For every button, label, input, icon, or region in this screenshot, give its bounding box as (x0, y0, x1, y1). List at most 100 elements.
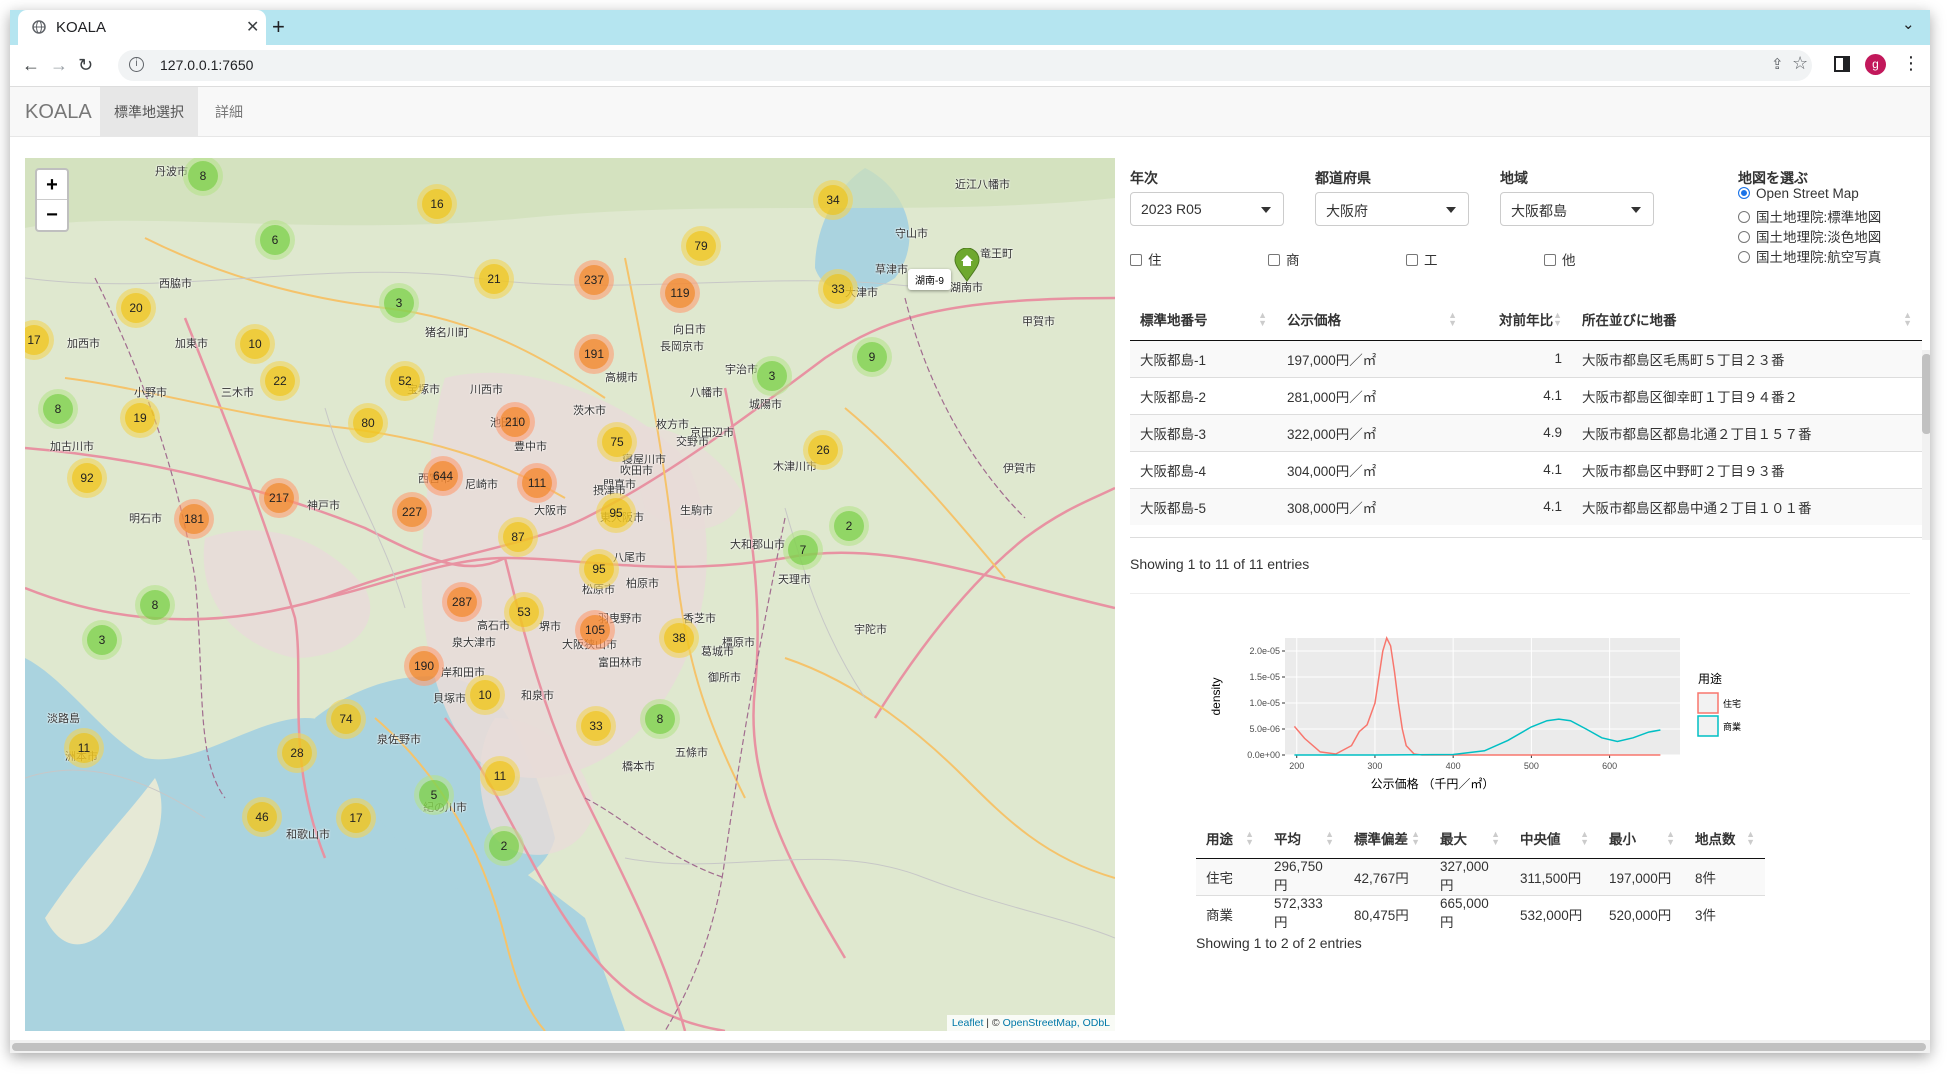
table-row[interactable]: 大阪都島-2 281,000円／㎡ 4.1 大阪市都島区御幸町１丁目９４番２ (1130, 376, 1922, 414)
checkbox-icon[interactable] (1406, 254, 1418, 266)
home-marker-icon[interactable] (953, 248, 981, 282)
table-row[interactable]: 商業 572,333円 80,475円 665,000円 532,000円 520,000… (1196, 894, 1765, 932)
leaflet-map[interactable]: + − 丹波市 近江八幡市 守山市 草津市 竜王町 湖南市 大津市 甲賀市 西脇市 加西市 加東市小… (25, 158, 1115, 1031)
share-icon[interactable]: ⇪ (1771, 55, 1784, 73)
prefecture-select[interactable]: 大阪府 (1315, 192, 1469, 226)
col-header[interactable]: 最小 ▲ ▼ (1599, 818, 1685, 859)
marker-cluster[interactable]: 79 (681, 226, 721, 266)
marker-cluster[interactable]: 95 (596, 493, 636, 533)
scrollbar-thumb[interactable] (12, 1043, 1926, 1051)
table-row[interactable]: 住宅 296,750円 42,767円 327,000円 311,500円 197,000… (1196, 857, 1765, 895)
table-scrollbar-thumb[interactable] (1922, 354, 1930, 434)
use-checkbox[interactable]: 住 (1130, 249, 1162, 269)
marker-cluster[interactable]: 17 (336, 798, 376, 838)
marker-cluster[interactable]: 3 (379, 283, 419, 323)
nav-tab-standard-select[interactable]: 標準地選択 (100, 87, 198, 137)
col-header[interactable]: 平均 ▲ ▼ (1264, 818, 1344, 859)
marker-cluster[interactable]: 8 (135, 585, 175, 625)
col-header[interactable]: 標準偏差 ▲ ▼ (1344, 818, 1430, 859)
marker-cluster[interactable]: 2 (484, 826, 524, 866)
marker-cluster[interactable]: 119 (660, 273, 700, 313)
col-header-price[interactable]: 公示価格 ▲ ▼ (1277, 298, 1467, 341)
reload-icon[interactable]: ↻ (78, 55, 93, 76)
marker-cluster[interactable]: 3 (82, 620, 122, 660)
marker-cluster[interactable]: 644 (423, 456, 463, 496)
use-checkbox[interactable]: 他 (1544, 249, 1576, 269)
marker-cluster[interactable]: 19 (120, 398, 160, 438)
marker-cluster[interactable]: 3 (752, 356, 792, 396)
marker-cluster[interactable]: 28 (277, 733, 317, 773)
checkbox-icon[interactable] (1130, 254, 1142, 266)
marker-cluster[interactable]: 8 (640, 699, 680, 739)
marker-cluster[interactable]: 22 (260, 361, 300, 401)
col-header-address[interactable]: 所在並びに地番 ▲ ▼ (1572, 298, 1922, 341)
forward-icon[interactable]: → (50, 55, 68, 76)
col-header[interactable]: 用途 ▲ ▼ (1196, 818, 1264, 859)
marker-cluster[interactable]: 8 (38, 389, 78, 429)
marker-cluster[interactable]: 11 (480, 756, 520, 796)
profile-avatar[interactable]: g (1865, 54, 1886, 75)
marker-cluster[interactable]: 87 (498, 517, 538, 557)
marker-cluster[interactable]: 210 (495, 402, 535, 442)
standard-land-table-scroll[interactable]: 標準地番号 ▲ ▼ 公示価格 ▲ ▼ 対前年比 ▲ ▼ 所在並びに地番 ▲ ▼ 大阪都島-1 19… (1130, 298, 1930, 538)
marker-cluster[interactable]: 46 (242, 797, 282, 837)
app-brand[interactable]: KOALA (25, 101, 92, 124)
leaflet-link[interactable]: Leaflet (952, 1017, 984, 1029)
checkbox-icon[interactable] (1268, 254, 1280, 266)
marker-cluster[interactable]: 111 (517, 463, 557, 503)
table-row[interactable]: 大阪都島-1 197,000円／㎡ 1 大阪市都島区毛馬町５丁目２３番 (1130, 339, 1922, 377)
zoom-in-button[interactable]: + (37, 170, 67, 200)
site-info-icon[interactable]: i (129, 57, 144, 72)
marker-cluster[interactable]: 75 (597, 422, 637, 462)
marker-cluster[interactable]: 92 (67, 458, 107, 498)
marker-cluster[interactable]: 38 (659, 618, 699, 658)
col-header[interactable]: 最大 ▲ ▼ (1430, 818, 1510, 859)
marker-cluster[interactable]: 11 (64, 728, 104, 768)
marker-cluster[interactable]: 105 (575, 610, 615, 650)
col-header[interactable]: 中央値 ▲ ▼ (1510, 818, 1599, 859)
address-bar[interactable]: i 127.0.0.1:7650 ⇪ ☆ (118, 50, 1812, 81)
tab-close-icon[interactable]: ✕ (246, 17, 259, 37)
side-panel-icon[interactable] (1834, 56, 1850, 72)
marker-cluster[interactable]: 9 (852, 337, 892, 377)
use-checkbox[interactable]: 工 (1406, 249, 1438, 269)
marker-cluster[interactable]: 21 (474, 259, 514, 299)
marker-cluster[interactable]: 34 (813, 180, 853, 220)
marker-cluster[interactable]: 53 (504, 592, 544, 632)
marker-cluster[interactable]: 16 (417, 184, 457, 224)
marker-cluster[interactable]: 227 (392, 492, 432, 532)
bookmark-star-icon[interactable]: ☆ (1792, 53, 1808, 74)
table-row[interactable]: 大阪都島-4 304,000円／㎡ 4.1 大阪市都島区中野町２丁目９３番 (1130, 450, 1922, 488)
marker-cluster[interactable]: 6 (255, 220, 295, 260)
map-radio-option[interactable]: Open Street Map (1738, 186, 1859, 201)
new-tab-icon[interactable]: + (272, 14, 285, 40)
checkbox-icon[interactable] (1544, 254, 1556, 266)
nav-tab-detail[interactable]: 詳細 (201, 87, 257, 137)
map-radio-option[interactable]: 国土地理院:標準地図 (1738, 206, 1881, 226)
table-row[interactable]: 大阪都島-3 322,000円／㎡ 4.9 大阪市都島区都島北通２丁目１５７番 (1130, 413, 1922, 451)
marker-cluster[interactable]: 52 (385, 361, 425, 401)
marker-cluster[interactable]: 80 (348, 403, 388, 443)
marker-cluster[interactable]: 7 (783, 530, 823, 570)
marker-cluster[interactable]: 74 (326, 699, 366, 739)
osm-link[interactable]: OpenStreetMap (1003, 1017, 1077, 1029)
marker-cluster[interactable]: 95 (579, 549, 619, 589)
marker-cluster[interactable]: 191 (574, 334, 614, 374)
table-scrollbar[interactable] (1922, 350, 1930, 540)
marker-cluster[interactable]: 217 (259, 478, 299, 518)
use-checkbox[interactable]: 商 (1268, 249, 1300, 269)
table-row[interactable]: 大阪都島-5 308,000円／㎡ 4.1 大阪市都島区都島中通２丁目１０１番 (1130, 487, 1922, 525)
map-radio-option[interactable]: 国土地理院:淡色地図 (1738, 226, 1881, 246)
col-header-number[interactable]: 標準地番号 ▲ ▼ (1130, 298, 1277, 341)
tab-search-chevron-icon[interactable]: ⌄ (1902, 15, 1915, 33)
marker-cluster[interactable]: 181 (174, 499, 214, 539)
radio-checked-icon[interactable] (1738, 187, 1750, 199)
page-horizontal-scrollbar[interactable] (10, 1040, 1930, 1053)
marker-cluster[interactable]: 2 (829, 506, 869, 546)
marker-cluster[interactable]: 33 (576, 706, 616, 746)
marker-cluster[interactable]: 237 (574, 260, 614, 300)
radio-unchecked-icon[interactable] (1738, 231, 1750, 243)
col-header-yoy[interactable]: 対前年比 ▲ ▼ (1467, 298, 1572, 341)
zoom-out-button[interactable]: − (37, 200, 67, 230)
marker-cluster[interactable]: 33 (818, 269, 858, 309)
